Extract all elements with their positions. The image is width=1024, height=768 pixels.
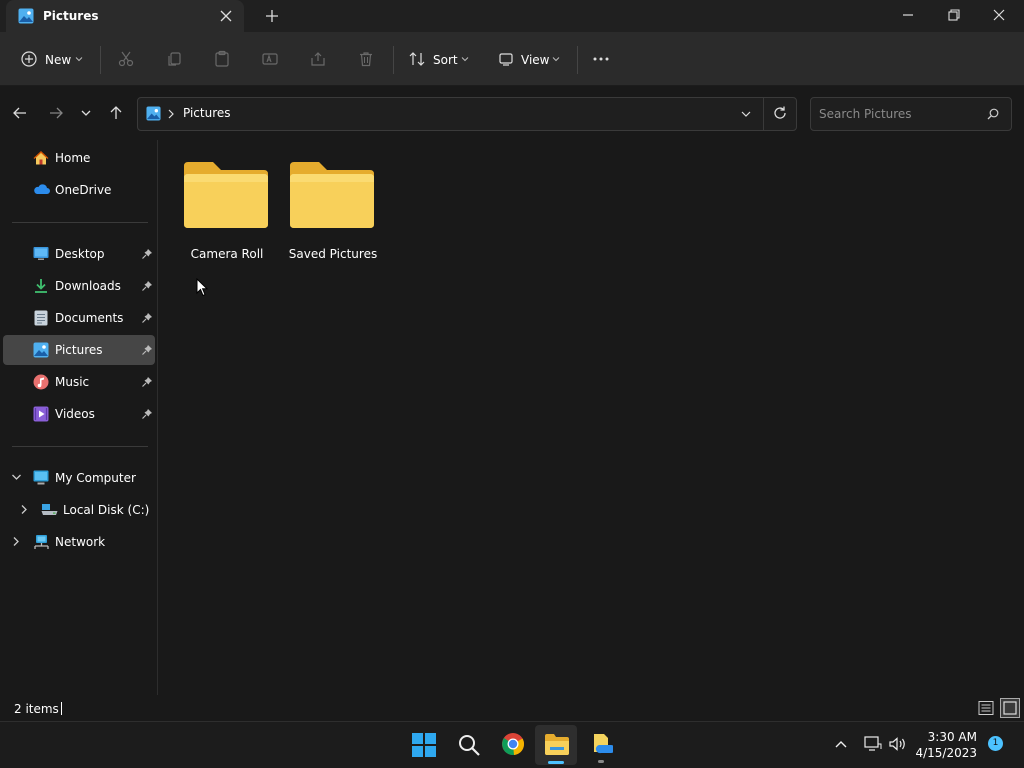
- chevron-down-icon[interactable]: [461, 55, 469, 63]
- volume-icon[interactable]: [888, 736, 908, 752]
- folder-name: Camera Roll: [190, 247, 264, 261]
- paste-icon[interactable]: [213, 50, 231, 68]
- onedrive-icon: [33, 183, 50, 195]
- sidebar-item-label: Home: [55, 151, 91, 165]
- restore-icon[interactable]: [946, 7, 962, 23]
- new-button[interactable]: New: [45, 53, 71, 67]
- view-button[interactable]: View: [521, 53, 549, 67]
- toolbar-divider: [393, 46, 394, 74]
- chrome-icon[interactable]: [501, 732, 525, 756]
- music-icon: [33, 374, 49, 390]
- rename-icon[interactable]: [261, 50, 279, 68]
- minimize-icon[interactable]: [900, 7, 916, 23]
- new-tab-icon[interactable]: [264, 8, 280, 24]
- search-icon[interactable]: [987, 108, 999, 120]
- close-window-icon[interactable]: [991, 7, 1007, 23]
- windows-start-icon[interactable]: [411, 732, 437, 758]
- pin-icon[interactable]: [141, 312, 153, 324]
- new-icon[interactable]: [20, 50, 38, 68]
- sidebar-item-label: Network: [55, 535, 106, 549]
- toolbar-divider: [100, 46, 101, 74]
- status-bar: [0, 695, 1024, 721]
- sidebar-item-label: Downloads: [55, 279, 121, 293]
- sidebar-item-label: Videos: [55, 407, 95, 421]
- sidebar-item-label: My Computer: [55, 471, 136, 485]
- sidebar-divider: [12, 222, 148, 223]
- tab-pictures[interactable]: [6, 0, 244, 32]
- pin-icon[interactable]: [141, 344, 153, 356]
- search-input[interactable]: [819, 107, 979, 121]
- toolbar-divider: [577, 46, 578, 74]
- recent-locations-icon[interactable]: [80, 108, 92, 118]
- view-icon[interactable]: [497, 50, 515, 68]
- sort-button[interactable]: Sort: [433, 53, 458, 67]
- downloads-icon: [33, 278, 49, 294]
- address-history-icon[interactable]: [740, 109, 752, 119]
- file-explorer-icon: [544, 732, 570, 756]
- sidebar-item-label: OneDrive: [55, 183, 112, 197]
- pin-icon[interactable]: [141, 248, 153, 260]
- pictures-icon: [146, 106, 161, 121]
- active-app-indicator: [548, 761, 564, 764]
- sidebar-item-label: Local Disk (C:): [63, 503, 150, 517]
- notification-badge[interactable]: 1: [988, 736, 1003, 751]
- mouse-cursor-icon: [196, 278, 208, 297]
- folder-icon: [183, 160, 269, 230]
- close-tab-icon[interactable]: [218, 8, 234, 24]
- clock-date[interactable]: 4/15/2023: [907, 746, 977, 760]
- drive-icon: [41, 502, 58, 516]
- sidebar-item-label: Pictures: [55, 343, 103, 357]
- folder-name: Saved Pictures: [288, 247, 378, 261]
- folder-icon: [289, 160, 375, 230]
- clock-time[interactable]: 3:30 AM: [907, 730, 977, 744]
- desktop-icon: [33, 246, 49, 261]
- chevron-down-icon[interactable]: [11, 473, 22, 482]
- documents-icon: [34, 310, 48, 326]
- chevron-right-icon[interactable]: [12, 536, 21, 547]
- network-icon: [33, 534, 50, 550]
- network-status-icon[interactable]: [864, 736, 882, 752]
- home-icon: [33, 150, 49, 166]
- up-icon[interactable]: [108, 105, 124, 121]
- delete-icon[interactable]: [357, 50, 375, 68]
- address-bar[interactable]: [137, 97, 797, 131]
- chevron-down-icon[interactable]: [75, 55, 83, 63]
- sidebar-divider: [12, 446, 148, 447]
- address-divider: [763, 97, 764, 131]
- tab-title: Pictures: [43, 9, 99, 23]
- status-divider: [61, 702, 62, 715]
- chevron-right-icon[interactable]: [20, 504, 29, 515]
- breadcrumb-pictures[interactable]: Pictures: [183, 106, 231, 120]
- back-icon[interactable]: [12, 105, 28, 121]
- pin-icon[interactable]: [141, 376, 153, 388]
- pin-icon[interactable]: [141, 408, 153, 420]
- forward-icon[interactable]: [48, 105, 64, 121]
- share-icon[interactable]: [309, 50, 327, 68]
- details-view-icon[interactable]: [978, 700, 994, 716]
- search-icon[interactable]: [457, 733, 481, 757]
- cut-icon[interactable]: [117, 50, 135, 68]
- pictures-icon: [18, 8, 34, 24]
- pictures-icon: [33, 342, 49, 358]
- refresh-icon[interactable]: [772, 105, 788, 121]
- more-options-icon[interactable]: [592, 54, 610, 64]
- videos-icon: [33, 406, 49, 422]
- sort-icon[interactable]: [408, 50, 426, 68]
- sidebar-item-label: Music: [55, 375, 90, 389]
- computer-icon: [33, 470, 49, 485]
- sidebar-item-label: Desktop: [55, 247, 105, 261]
- tiles-view-icon[interactable]: [1000, 698, 1020, 718]
- open-app-indicator: [598, 760, 604, 763]
- chevron-down-icon[interactable]: [552, 55, 560, 63]
- item-count: 2 items: [14, 702, 59, 716]
- breadcrumb-chevron-icon[interactable]: [167, 109, 175, 119]
- sidebar-item-label: Documents: [55, 311, 124, 325]
- copy-icon[interactable]: [165, 50, 183, 68]
- pin-icon[interactable]: [141, 280, 153, 292]
- show-hidden-icons-icon[interactable]: [834, 738, 848, 750]
- documents-app-icon[interactable]: [591, 733, 613, 755]
- search-box[interactable]: [810, 97, 1012, 131]
